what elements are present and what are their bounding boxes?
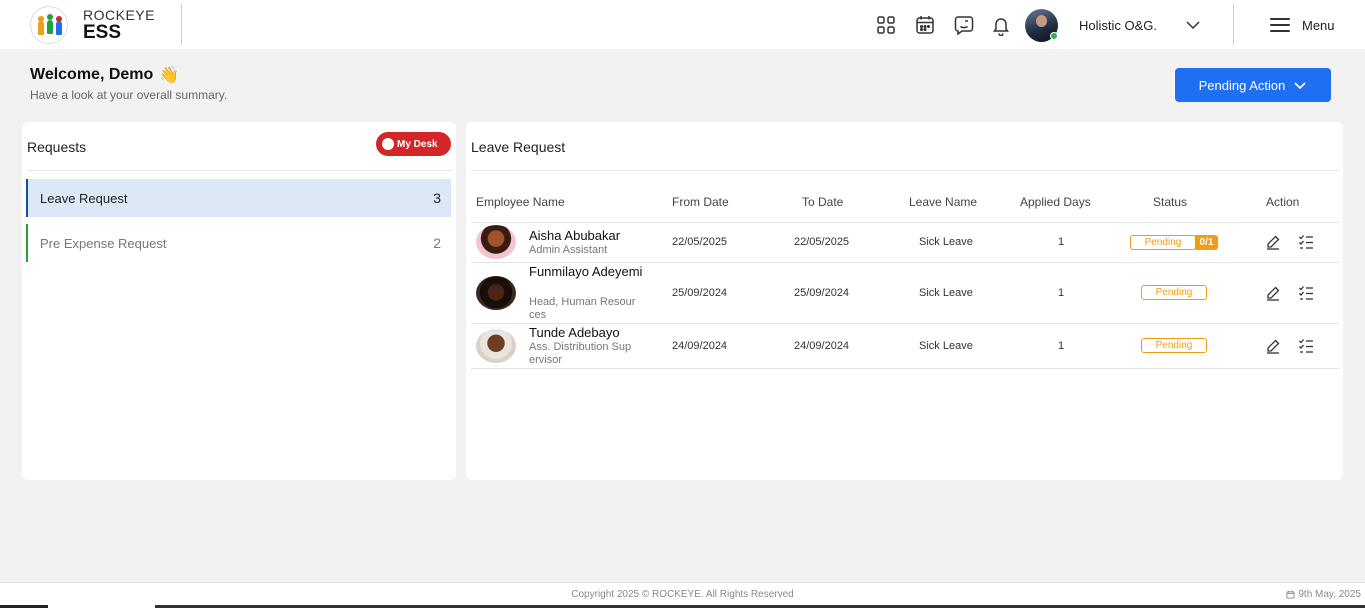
chevron-down-icon (1294, 82, 1306, 90)
leave-name: Sick Leave (919, 340, 973, 352)
welcome-text: Welcome, Demo (30, 66, 154, 83)
checklist-icon[interactable] (1298, 285, 1314, 301)
request-item-leave[interactable]: Leave Request 3 (26, 179, 451, 217)
column-header-from-date[interactable]: From Date (672, 195, 729, 209)
status-badge: Pending (1141, 338, 1207, 353)
footer-date: 9th May, 2025 (1286, 589, 1361, 600)
employee-role: Head, Human Resources (529, 296, 636, 321)
chat-icon[interactable] (953, 14, 975, 36)
applied-days: 1 (1058, 340, 1065, 352)
leave-name: Sick Leave (919, 236, 973, 248)
hamburger-icon (1270, 18, 1290, 32)
divider (471, 170, 1339, 171)
employee-avatar (476, 225, 516, 259)
employee-role: Admin Assistant (529, 244, 608, 256)
employee-name: Tunde Adebayo (529, 325, 620, 340)
leave-request-panel: Leave Request Employee Name From Date To… (466, 122, 1343, 480)
from-date: 24/09/2024 (672, 340, 728, 352)
from-date: 25/09/2024 (672, 287, 728, 299)
employee-avatar (476, 276, 516, 310)
leave-name: Sick Leave (919, 287, 973, 299)
applied-days: 1 (1058, 287, 1065, 299)
divider (27, 170, 452, 171)
toggle-knob (382, 138, 394, 150)
request-item-count: 2 (433, 235, 441, 251)
column-header-status[interactable]: Status (1153, 195, 1187, 209)
to-date: 25/09/2024 (794, 287, 850, 299)
waving-hand-icon: 👋 (159, 67, 180, 84)
to-date: 22/05/2025 (794, 236, 850, 248)
column-header-applied-days[interactable]: Applied Days (1020, 195, 1091, 209)
request-item-count: 3 (433, 190, 441, 206)
request-item-label: Leave Request (40, 190, 128, 206)
edit-icon[interactable] (1265, 338, 1281, 354)
my-desk-toggle[interactable]: My Desk (376, 132, 451, 156)
checklist-icon[interactable] (1298, 234, 1314, 250)
edit-icon[interactable] (1265, 234, 1281, 250)
employee-role: Ass. Distribution Supervisor (529, 341, 632, 366)
employee-name: Aisha Abubakar (529, 228, 621, 243)
apps-grid-icon[interactable] (875, 14, 897, 36)
calendar-icon (1286, 590, 1295, 599)
brand-product: ESS (83, 22, 122, 43)
column-header-action: Action (1266, 195, 1300, 209)
status-badge: Pending (1130, 235, 1196, 250)
rockeye-logo[interactable] (30, 6, 68, 44)
leave-request-title: Leave Request (471, 139, 566, 155)
calendar-icon[interactable] (914, 14, 936, 36)
pending-action-button[interactable]: Pending Action (1175, 68, 1331, 102)
company-name[interactable]: Holistic O&G. (1079, 18, 1157, 33)
my-desk-label: My Desk (397, 138, 438, 150)
column-header-to-date[interactable]: To Date (802, 195, 843, 209)
divider (471, 368, 1339, 369)
footer-date-text: 9th May, 2025 (1298, 589, 1361, 600)
employee-name: Funmilayo Adeyemi (529, 264, 643, 279)
divider (1233, 4, 1234, 45)
pending-action-label: Pending Action (1198, 77, 1286, 93)
from-date: 22/05/2025 (672, 236, 728, 248)
requests-panel: Requests My Desk Leave Request 3 Pre Exp… (22, 122, 456, 480)
top-bar: ROCKEYE ESS Holistic O&G. Menu (0, 0, 1365, 49)
divider (181, 4, 182, 45)
copyright-text: Copyright 2025 © ROCKEYE. All Rights Res… (571, 589, 794, 600)
chevron-down-icon[interactable] (1185, 17, 1201, 33)
approval-progress-badge: 0/1 (1195, 235, 1218, 250)
requests-title: Requests (27, 139, 87, 155)
bell-icon[interactable] (990, 14, 1012, 37)
online-status-dot (1050, 32, 1058, 40)
employee-avatar (476, 329, 516, 363)
to-date: 24/09/2024 (794, 340, 850, 352)
welcome-subtitle: Have a look at your overall summary. (30, 88, 228, 102)
divider (471, 323, 1339, 324)
divider (471, 222, 1339, 223)
menu-label: Menu (1302, 17, 1335, 33)
divider (471, 262, 1339, 263)
checklist-icon[interactable] (1298, 338, 1314, 354)
edit-icon[interactable] (1265, 285, 1281, 301)
request-item-label: Pre Expense Request (40, 235, 167, 251)
column-header-employee[interactable]: Employee Name (476, 195, 565, 209)
status-badge: Pending (1141, 285, 1207, 300)
menu-button[interactable]: Menu (1270, 15, 1335, 35)
request-item-pre-expense[interactable]: Pre Expense Request 2 (26, 224, 451, 262)
column-header-leave-name[interactable]: Leave Name (909, 195, 977, 209)
welcome-heading: Welcome, Demo 👋 (30, 65, 179, 85)
brand-name: ROCKEYE (83, 7, 155, 23)
applied-days: 1 (1058, 236, 1065, 248)
